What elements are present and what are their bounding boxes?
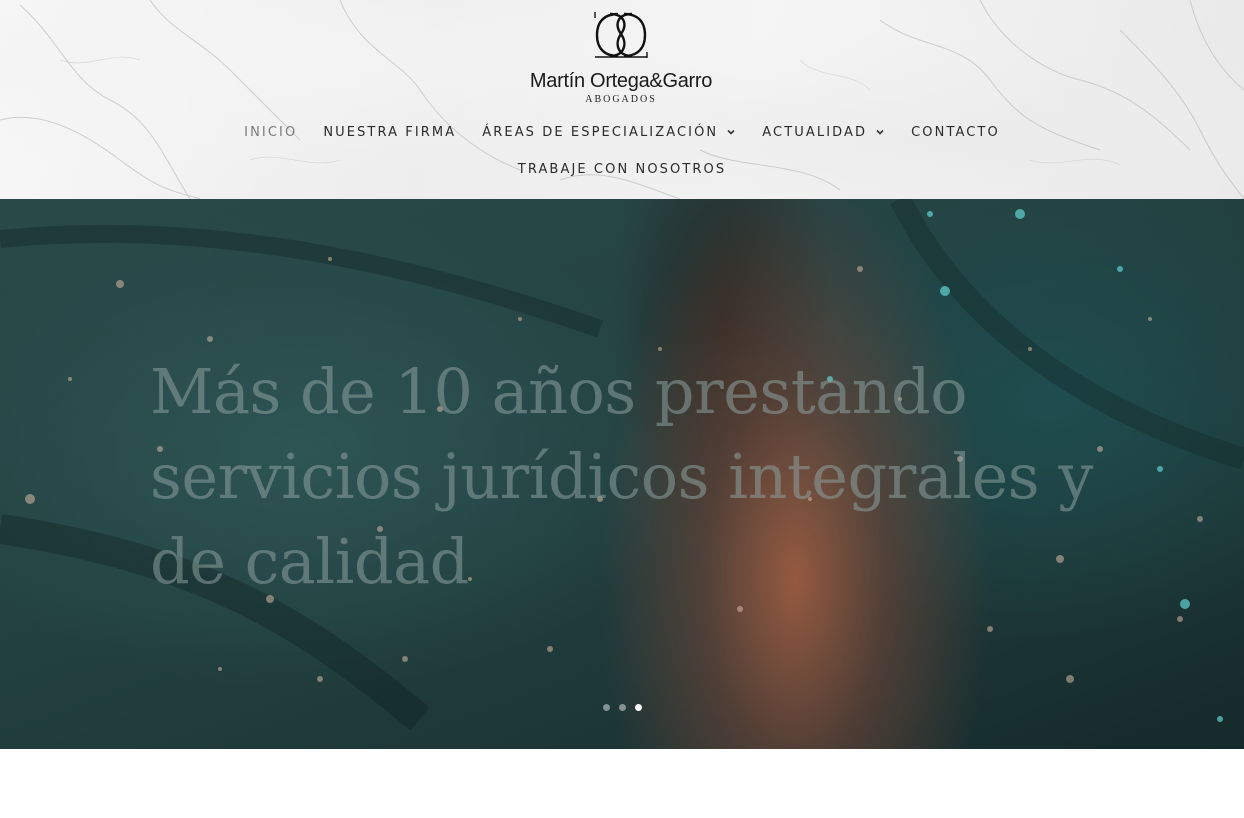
nav-item-label: INICIO (244, 124, 298, 140)
nav-item-inicio[interactable]: INICIO (244, 125, 297, 140)
nav-item-label: ÁREAS DE ESPECIALIZACIÓN (482, 124, 719, 140)
slider-dot-3[interactable] (634, 704, 642, 711)
hero-title: Más de 10 años prestando servicios juríd… (150, 355, 1093, 598)
logo-subtitle: ABOGADOS (585, 94, 657, 105)
nav-item-contacto[interactable]: CONTACTO (911, 125, 1000, 140)
slider-dot-2[interactable] (618, 704, 626, 711)
site-header: Martín Ortega&Garro ABOGADOS INICIO NUES… (0, 0, 1244, 199)
chevron-down-icon (727, 129, 735, 135)
chevron-down-icon (876, 129, 884, 135)
main-nav-row-2: TRABAJE CON NOSOTROS (0, 158, 1244, 180)
site-logo[interactable]: Martín Ortega&Garro ABOGADOS (526, 10, 716, 108)
nav-item-areas-de-especializacion[interactable]: ÁREAS DE ESPECIALIZACIÓN (482, 125, 736, 140)
slider-pagination (0, 704, 1244, 714)
nav-item-label: CONTACTO (911, 124, 1000, 140)
nav-item-label: ACTUALIDAD (762, 124, 868, 140)
logo-name: Martín Ortega&Garro (529, 70, 713, 92)
main-nav: INICIO NUESTRA FIRMA ÁREAS DE ESPECIALIZ… (0, 121, 1244, 143)
nav-item-label: NUESTRA FIRMA (323, 124, 457, 140)
slider-dot-1[interactable] (602, 704, 610, 711)
logo-monogram-icon (594, 12, 648, 58)
nav-item-label: TRABAJE CON NOSOTROS (517, 161, 727, 177)
nav-item-actualidad[interactable]: ACTUALIDAD (762, 125, 885, 140)
hero-slider: Más de 10 años prestando servicios juríd… (0, 199, 1244, 749)
nav-item-nuestra-firma[interactable]: NUESTRA FIRMA (323, 125, 456, 140)
nav-item-trabaje-con-nosotros[interactable]: TRABAJE CON NOSOTROS (518, 162, 726, 177)
